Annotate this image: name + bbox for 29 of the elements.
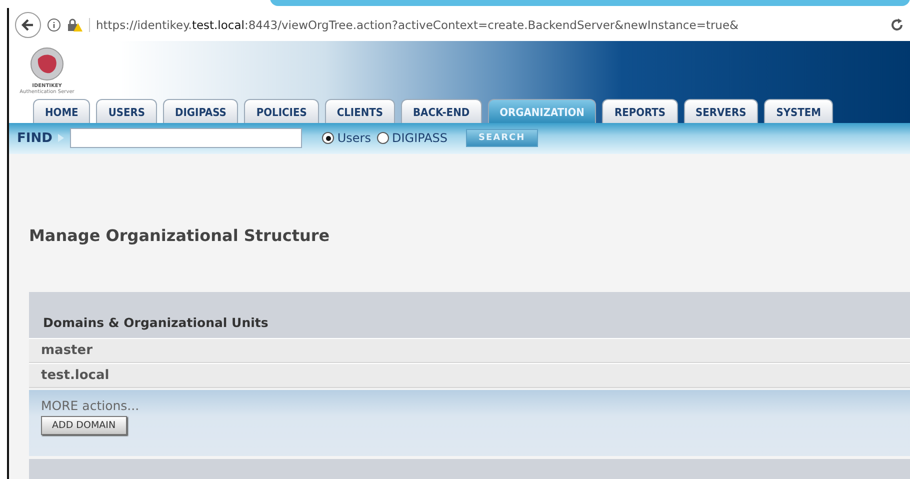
nav-tab[interactable]: SERVERS: [684, 98, 758, 123]
search-field[interactable]: [70, 128, 302, 148]
nav-tab[interactable]: USERS: [96, 98, 157, 123]
back-arrow-icon[interactable]: [21, 18, 35, 32]
nav-tab[interactable]: REPORTS: [602, 98, 678, 123]
find-label: FIND: [17, 130, 52, 146]
nav-tab[interactable]: CLIENTS: [324, 98, 396, 123]
nav-tab[interactable]: HOME: [33, 98, 90, 123]
info-icon[interactable]: [47, 18, 61, 32]
nav-tab[interactable]: DIGIPASS: [163, 98, 238, 123]
back-button[interactable]: [15, 12, 41, 38]
arrow-icon: [58, 134, 64, 142]
radio-button[interactable]: [322, 132, 334, 144]
radio-option[interactable]: DIGIPASS: [377, 131, 448, 146]
more-actions-label: MORE actions...: [41, 398, 140, 413]
address-field[interactable]: https://identikey.test.local:8443/viewOrgTree.action?activeContext=create.BackendServer&newInstance=true&: [89, 18, 884, 32]
globe-logo-icon: [30, 47, 64, 81]
domain-row[interactable]: test.local: [29, 363, 910, 388]
reload-icon[interactable]: [890, 18, 904, 32]
nav-tab[interactable]: POLICIES: [244, 98, 319, 123]
radio-button[interactable]: [377, 132, 389, 144]
lock-warning-icon[interactable]: [67, 18, 83, 32]
radio-option[interactable]: Users: [322, 131, 371, 146]
nav-tab[interactable]: SYSTEM: [764, 98, 833, 123]
domain-row[interactable]: master: [29, 338, 910, 363]
page-title: Manage Organizational Structure: [29, 225, 331, 247]
nav-tab[interactable]: BACK-END: [401, 98, 482, 123]
panel-header: Domains & Organizational Units: [29, 292, 910, 338]
add-domain-button[interactable]: ADD DOMAIN: [41, 416, 127, 435]
